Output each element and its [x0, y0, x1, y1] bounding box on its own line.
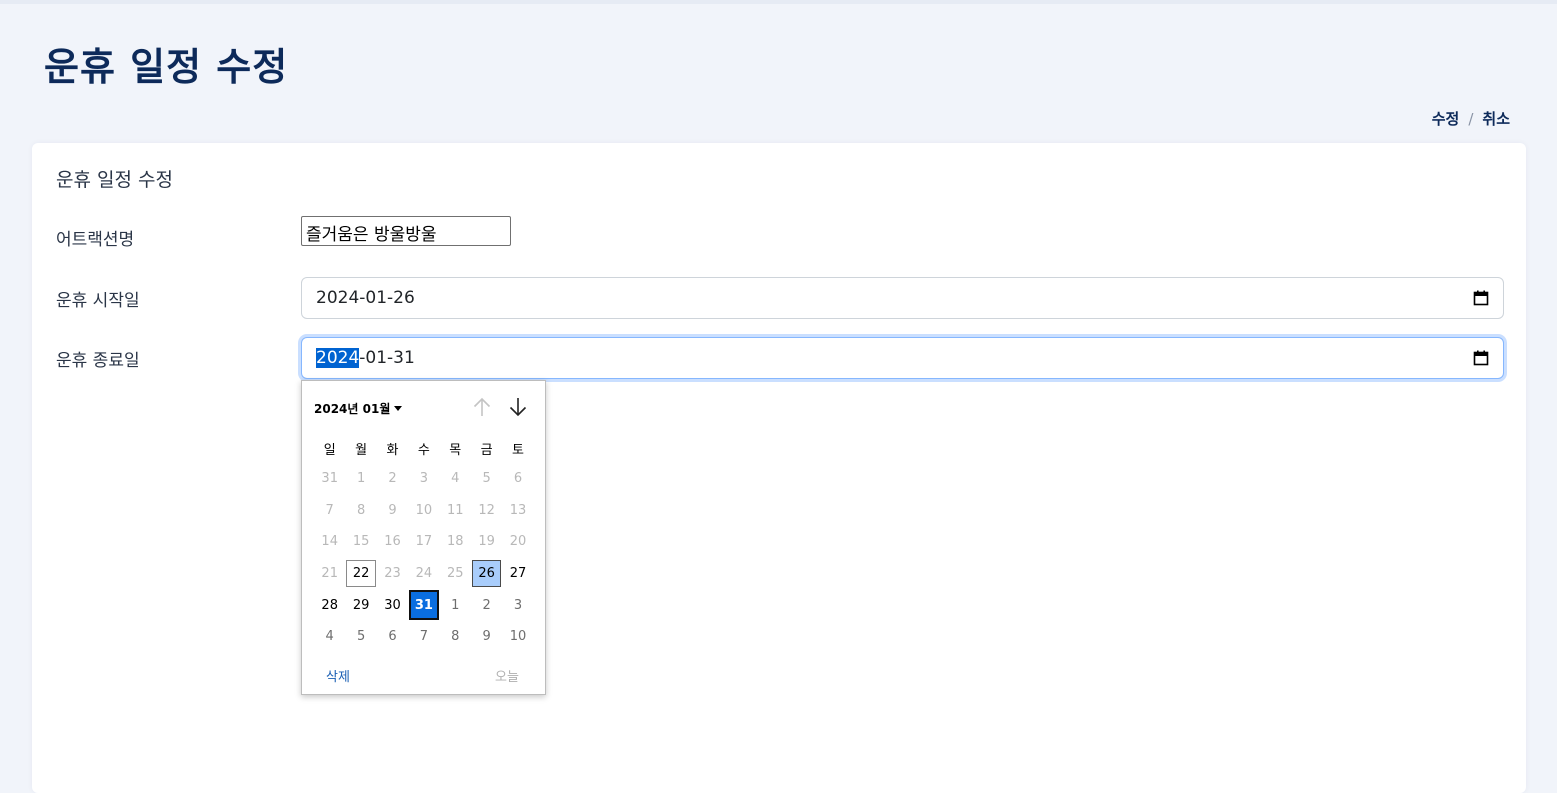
day-cell[interactable]: 7	[408, 621, 439, 653]
day-cell[interactable]: 17	[408, 526, 439, 558]
day-cell[interactable]: 29	[345, 589, 376, 621]
day-cell[interactable]: 6	[502, 463, 533, 495]
day-cell[interactable]: 8	[440, 621, 471, 653]
end-date-year-segment[interactable]: 2024	[316, 348, 360, 368]
weekday-label: 화	[386, 443, 399, 458]
day-cell[interactable]: 4	[314, 621, 345, 653]
top-bar	[0, 0, 1557, 4]
end-date-label: 운휴 종료일	[56, 351, 140, 371]
calendar-icon[interactable]	[1473, 350, 1489, 366]
day-cell[interactable]: 23	[377, 558, 408, 590]
month-year-dropdown[interactable]: 2024년 01월	[314, 400, 403, 417]
day-cell[interactable]: 13	[502, 495, 533, 527]
weekday-label: 수	[417, 443, 430, 458]
day-cell[interactable]: 24	[408, 558, 439, 590]
attraction-input[interactable]: 즐거움은 방울방울	[301, 216, 511, 246]
clear-button[interactable]: 삭제	[326, 666, 350, 685]
card-title: 운휴 일정 수정	[56, 169, 173, 191]
day-cell[interactable]: 3	[408, 463, 439, 495]
day-cell[interactable]: 7	[314, 495, 345, 527]
start-date-value: 2024-01-26	[316, 288, 415, 308]
date-picker-popup: 2024년 01월 일월화수목금토 31 1 2 3 4 5 6 7 8 9 10 11 12 13 14 1…	[301, 380, 546, 695]
day-cell[interactable]: 31	[409, 590, 439, 620]
day-cell[interactable]: 11	[440, 495, 471, 527]
day-cell[interactable]: 1	[440, 589, 471, 621]
day-cell[interactable]: 2	[377, 463, 408, 495]
day-cell[interactable]: 22	[346, 559, 376, 588]
day-cell[interactable]: 27	[502, 558, 533, 590]
day-cell[interactable]: 28	[314, 589, 345, 621]
prev-month-button[interactable]	[472, 396, 492, 418]
day-cell[interactable]: 5	[345, 621, 376, 653]
day-cell[interactable]: 20	[502, 526, 533, 558]
day-cell[interactable]: 2	[471, 589, 502, 621]
day-cell[interactable]: 26	[471, 559, 502, 588]
arrow-down-icon	[509, 398, 527, 417]
day-grid: 31 1 2 3 4 5 6 7 8 9 10 11 12 13 14 15 16 17 18 19 20 21 22 23 2…	[314, 463, 534, 653]
breadcrumb-cancel-link[interactable]: 취소	[1482, 108, 1510, 129]
weekday-label: 월	[355, 443, 368, 458]
day-cell[interactable]: 19	[471, 526, 502, 558]
start-date-label: 운휴 시작일	[56, 291, 140, 311]
weekday-label: 토	[512, 443, 525, 458]
end-date-input[interactable]: 2024-01-31	[301, 337, 1504, 379]
day-cell[interactable]: 9	[471, 621, 502, 653]
form-card: 운휴 일정 수정 어트랙션명 즐거움은 방울방울 운휴 시작일 2024-01-…	[32, 143, 1526, 793]
arrow-up-icon	[473, 397, 491, 416]
day-cell[interactable]: 30	[377, 589, 408, 621]
weekday-label: 일	[323, 443, 336, 458]
day-cell[interactable]: 25	[440, 558, 471, 590]
breadcrumb-edit-link[interactable]: 수정	[1432, 108, 1460, 129]
day-cell[interactable]: 18	[440, 526, 471, 558]
day-cell[interactable]: 12	[471, 495, 502, 527]
start-date-input[interactable]: 2024-01-26	[301, 277, 1504, 319]
day-cell[interactable]: 6	[377, 621, 408, 653]
day-cell[interactable]: 16	[377, 526, 408, 558]
end-date-month-day-segment[interactable]: -01-31	[359, 348, 415, 368]
day-cell[interactable]: 5	[471, 463, 502, 495]
today-button[interactable]: 오늘	[495, 666, 519, 685]
weekday-label: 목	[449, 443, 462, 458]
day-cell[interactable]: 31	[314, 463, 345, 495]
caret-down-icon	[394, 406, 403, 411]
day-cell[interactable]: 1	[345, 463, 376, 495]
day-cell[interactable]: 14	[314, 526, 345, 558]
day-cell[interactable]: 10	[502, 621, 533, 653]
day-cell[interactable]: 3	[502, 589, 533, 621]
breadcrumb-separator: /	[1468, 109, 1474, 128]
day-cell[interactable]: 10	[408, 495, 439, 527]
page-title: 운휴 일정 수정	[44, 45, 289, 89]
day-cell[interactable]: 4	[440, 463, 471, 495]
weekday-header: 일월화수목금토	[314, 439, 534, 458]
day-cell[interactable]: 9	[377, 495, 408, 527]
breadcrumb: 수정 / 취소	[1432, 108, 1510, 129]
day-cell[interactable]: 21	[314, 558, 345, 590]
weekday-label: 금	[480, 443, 493, 458]
end-date-value: 2024-01-31	[316, 348, 1473, 368]
day-cell[interactable]: 15	[345, 526, 376, 558]
month-year-label: 2024년 01월	[314, 402, 391, 416]
attraction-label: 어트랙션명	[56, 230, 135, 250]
day-cell[interactable]: 8	[345, 495, 376, 527]
calendar-icon[interactable]	[1473, 290, 1489, 306]
next-month-button[interactable]	[508, 396, 528, 418]
